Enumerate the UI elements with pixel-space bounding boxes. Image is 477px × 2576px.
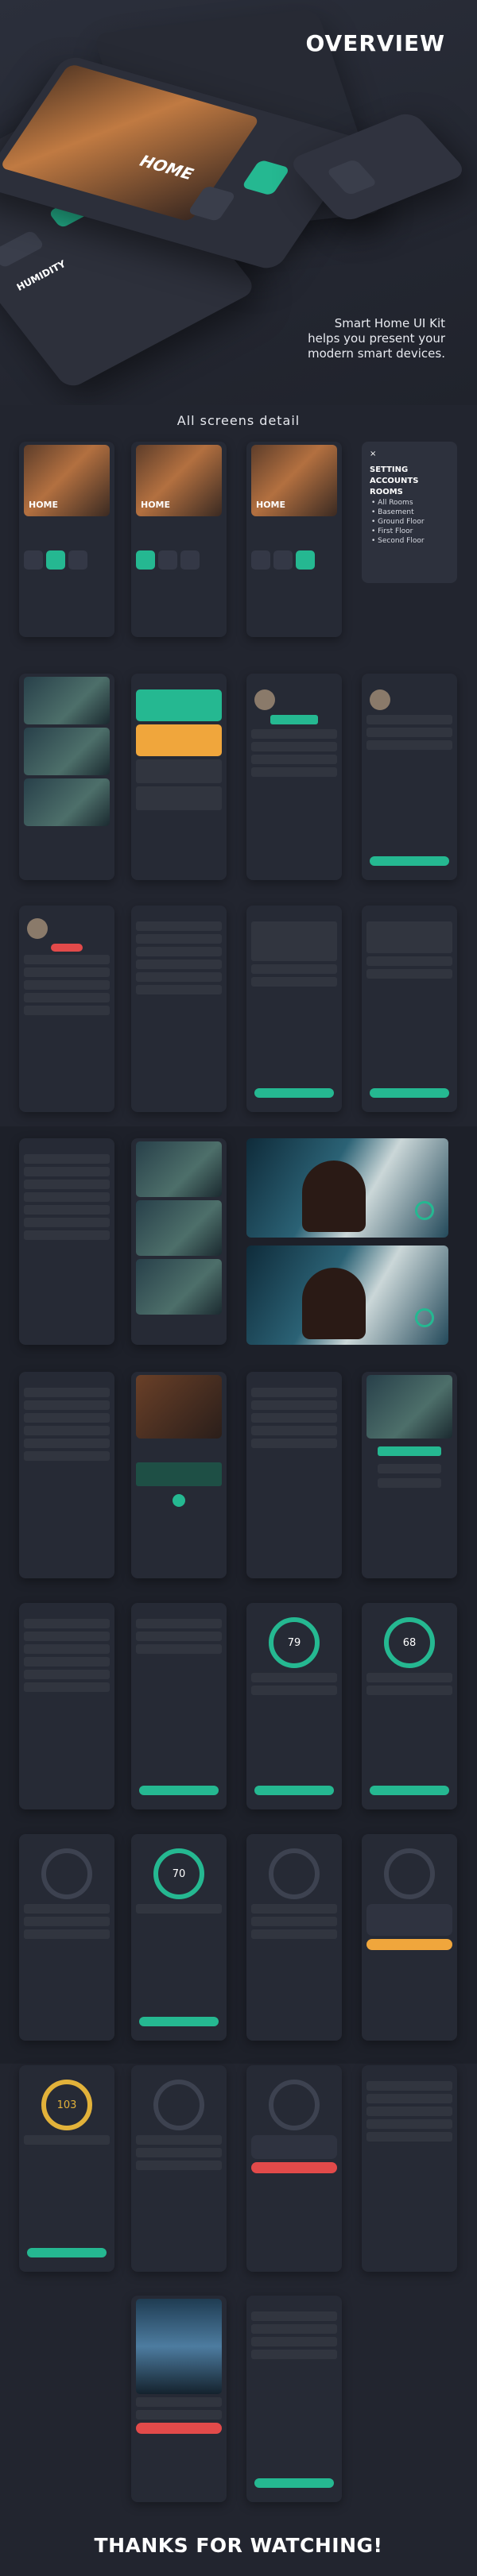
- page-title: OVERVIEW: [305, 30, 445, 56]
- screen-music-floors: [19, 1372, 114, 1578]
- home-label: HOME: [256, 500, 286, 510]
- screen-lighting-floors: [19, 1603, 114, 1809]
- screen-music-rooms: [246, 1372, 342, 1578]
- screen-accounts: [246, 674, 342, 880]
- close-shades-button[interactable]: [136, 2423, 222, 2434]
- toggle-off[interactable]: [251, 2162, 337, 2173]
- screen-climate-rule: [246, 906, 342, 1112]
- camera-kids-room[interactable]: [246, 1138, 448, 1238]
- menu-item-rooms[interactable]: ROOMS: [370, 487, 449, 498]
- hero-description: Smart Home UI Kit helps you present your…: [207, 316, 445, 361]
- spa-gauge-dim: [269, 2080, 320, 2130]
- screen-notifications: [131, 906, 227, 1112]
- temperature-gauge[interactable]: 79: [269, 1617, 320, 1668]
- screen-climate-2: 68: [362, 1603, 457, 1809]
- hero-desc-line: Smart Home UI Kit: [334, 316, 445, 330]
- screen-heat: 70: [131, 1834, 227, 2041]
- screen-climate-1: 79: [246, 1603, 342, 1809]
- menu-subitem-first-floor[interactable]: • First Floor: [370, 527, 449, 536]
- screen-pool-off: [246, 1834, 342, 2041]
- screen-shades-floors: [362, 2065, 457, 2272]
- room-photo: [24, 677, 110, 724]
- room-photo: [24, 728, 110, 775]
- pool-gauge: [384, 1848, 435, 1899]
- save-button[interactable]: [139, 1786, 219, 1795]
- iso-toggle-off: [0, 230, 45, 269]
- screen-rooms: [19, 674, 114, 880]
- hero-desc-line: modern smart devices.: [307, 346, 445, 361]
- mode-gauge: [41, 1848, 92, 1899]
- home-photo: HOME: [24, 445, 110, 516]
- iso-device-tile: [241, 159, 291, 196]
- spa-gauge-dim: [153, 2080, 204, 2130]
- screen-spa-list: [131, 2065, 227, 2272]
- screen-shades-window: [131, 2296, 227, 2502]
- menu-subitem-second-floor[interactable]: • Second Floor: [370, 536, 449, 546]
- save-button[interactable]: [370, 1786, 449, 1795]
- save-button[interactable]: [27, 2248, 107, 2257]
- temperature-gauge[interactable]: 70: [153, 1848, 204, 1899]
- save-button[interactable]: [370, 1088, 449, 1098]
- record-icon[interactable]: [415, 1201, 434, 1220]
- save-button[interactable]: [254, 2478, 334, 2488]
- footer-thanks: THANKS FOR WATCHING!: [94, 2534, 383, 2557]
- screen-lighting-rule: [362, 906, 457, 1112]
- screen-spa-temp: 103: [19, 2065, 114, 2272]
- screen-home-3: HOME: [246, 442, 342, 637]
- home-label: HOME: [29, 500, 59, 510]
- screen-mode: [19, 1834, 114, 2041]
- screen-home-2: HOME: [131, 442, 227, 637]
- screen-pool-heater: [362, 1834, 457, 2041]
- screen-spa-heater: [246, 2065, 342, 2272]
- hero-banner: HOME HUMIDITY OVERVIEW Smart Home UI Kit…: [0, 0, 477, 405]
- toggle-on[interactable]: [366, 1939, 452, 1950]
- pool-gauge: [269, 1848, 320, 1899]
- screen-manage-profile: [362, 674, 457, 880]
- screen-scenes: [131, 674, 227, 880]
- screen-lighting-setting: [131, 1603, 227, 1809]
- room-photo: [24, 778, 110, 826]
- side-menu: × SETTING ACCOUNTS ROOMS • All Rooms • B…: [362, 442, 457, 583]
- menu-item-setting[interactable]: SETTING: [370, 465, 449, 476]
- save-button[interactable]: [254, 1786, 334, 1795]
- section-title: All screens detail: [176, 413, 301, 428]
- screen-music-player: [131, 1372, 227, 1578]
- screen-settings: [19, 1138, 114, 1345]
- record-icon[interactable]: [415, 1308, 434, 1327]
- screen-home-1: HOME: [19, 442, 114, 637]
- spa-gauge[interactable]: 103: [41, 2080, 92, 2130]
- save-button[interactable]: [254, 1088, 334, 1098]
- home-label: HOME: [141, 500, 171, 510]
- save-button[interactable]: [370, 856, 449, 866]
- close-icon[interactable]: ×: [370, 450, 449, 458]
- hero-desc-line: helps you present your: [308, 331, 445, 346]
- temperature-gauge[interactable]: 68: [384, 1617, 435, 1668]
- camera-kids-room-2[interactable]: [246, 1246, 448, 1345]
- lamp-icon: [325, 158, 378, 196]
- screen-music-device: [362, 1372, 457, 1578]
- home-photo: HOME: [136, 445, 222, 516]
- screen-cameras: [131, 1138, 227, 1345]
- home-photo: HOME: [251, 445, 337, 516]
- save-button[interactable]: [139, 2017, 219, 2026]
- menu-item-accounts[interactable]: ACCOUNTS: [370, 476, 449, 487]
- screen-shades-setting: [246, 2296, 342, 2502]
- menu-subitem-basement[interactable]: • Basement: [370, 508, 449, 517]
- screen-edit-account: [19, 906, 114, 1112]
- menu-subitem-all-rooms[interactable]: • All Rooms: [370, 498, 449, 508]
- menu-subitem-ground-floor[interactable]: • Ground Floor: [370, 517, 449, 527]
